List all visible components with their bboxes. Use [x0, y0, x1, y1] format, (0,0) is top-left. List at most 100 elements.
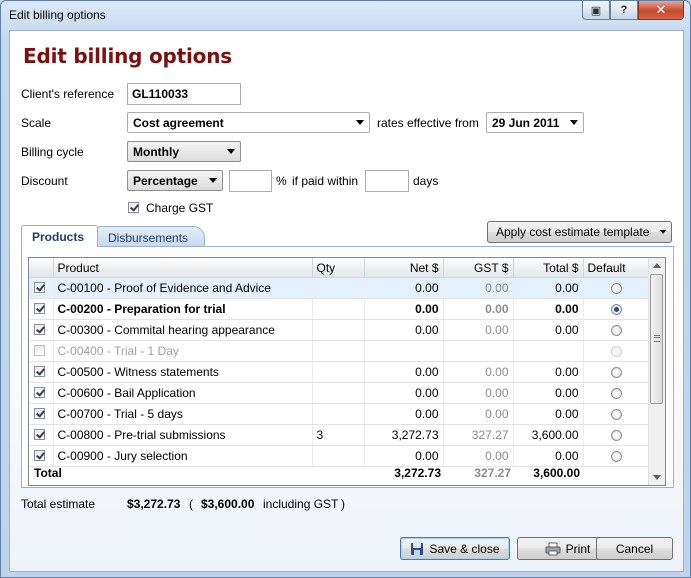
- rates-effective-label: rates effective from: [377, 116, 479, 130]
- row-checkbox-cell: [29, 361, 54, 383]
- restore-icon: ▣: [590, 4, 602, 17]
- row-checkbox[interactable]: [34, 429, 45, 440]
- rates-date-picker[interactable]: 29 Jun 2011: [486, 112, 584, 133]
- table-row[interactable]: C-00800 - Pre-trial submissions 3 3,272.73…: [29, 424, 650, 446]
- row-checkbox[interactable]: [34, 387, 45, 398]
- product-cell: C-00700 - Trial - 5 days: [53, 403, 313, 425]
- chevron-down-icon: [209, 178, 217, 183]
- products-panel: Product Qty Net $ GST $ Total $ Default …: [21, 246, 674, 488]
- qty-cell[interactable]: [312, 277, 365, 299]
- row-checkbox[interactable]: [34, 450, 45, 461]
- scale-label: Scale: [21, 116, 52, 130]
- default-cell: [583, 424, 650, 446]
- tab-products[interactable]: Products: [21, 225, 98, 247]
- row-checkbox[interactable]: [34, 366, 45, 377]
- scrollbar-thumb[interactable]: [650, 274, 663, 404]
- gst-cell: 0.00: [443, 319, 514, 341]
- row-checkbox[interactable]: [34, 324, 45, 335]
- default-cell: [583, 277, 650, 299]
- charge-gst-label: Charge GST: [146, 201, 214, 215]
- total-cell: 0.00: [513, 277, 584, 299]
- qty-cell[interactable]: [312, 361, 365, 383]
- gst-cell: 0.00: [443, 382, 514, 404]
- default-radio[interactable]: [610, 409, 622, 421]
- row-checkbox-cell: [29, 319, 54, 341]
- save-and-close-button[interactable]: Save & close: [400, 537, 510, 560]
- row-checkbox[interactable]: [34, 345, 45, 356]
- table-row[interactable]: C-00700 - Trial - 5 days 0.00 0.00 0.00: [29, 403, 650, 425]
- rates-date-value: 29 Jun 2011: [492, 116, 560, 130]
- default-radio[interactable]: [610, 304, 622, 316]
- help-button[interactable]: ?: [610, 1, 638, 20]
- percent-sign: %: [276, 174, 287, 188]
- qty-cell[interactable]: [312, 382, 365, 404]
- discount-type-dropdown[interactable]: Percentage: [127, 170, 223, 191]
- product-cell: C-00100 - Proof of Evidence and Advice: [53, 277, 313, 299]
- table-row[interactable]: C-00400 - Trial - 1 Day: [29, 340, 650, 362]
- qty-cell[interactable]: 3: [312, 424, 365, 446]
- close-button[interactable]: ✕: [638, 1, 684, 20]
- total-gst-value: 327.27: [474, 466, 511, 480]
- default-cell: [583, 403, 650, 425]
- column-header-default[interactable]: Default: [583, 258, 650, 278]
- cancel-button[interactable]: Cancel: [596, 537, 673, 560]
- table-row[interactable]: C-00500 - Witness statements 0.00 0.00 0.00: [29, 361, 650, 383]
- billing-cycle-dropdown[interactable]: Monthly: [127, 141, 241, 162]
- default-radio[interactable]: [610, 283, 622, 295]
- paren-close: ): [341, 497, 345, 511]
- scale-value: Cost agreement: [133, 116, 224, 130]
- total-cell: [513, 340, 584, 362]
- net-cell: 0.00: [364, 382, 444, 404]
- qty-cell[interactable]: [312, 298, 365, 320]
- paid-within-days-input[interactable]: [365, 170, 409, 192]
- table-row[interactable]: C-00200 - Preparation for trial 0.00 0.00 0…: [29, 298, 650, 320]
- total-incl-gst-amount: $3,600.00: [201, 497, 255, 511]
- default-radio[interactable]: [610, 367, 622, 379]
- products-table: Product Qty Net $ GST $ Total $ Default …: [29, 258, 650, 467]
- client-reference-label: Client's reference: [21, 87, 114, 101]
- row-checkbox[interactable]: [34, 303, 45, 314]
- paren-open: (: [189, 497, 193, 511]
- qty-cell[interactable]: [312, 319, 365, 341]
- scale-dropdown[interactable]: Cost agreement: [127, 112, 370, 133]
- default-radio[interactable]: [610, 325, 622, 337]
- net-cell: 0.00: [364, 319, 444, 341]
- column-header-qty[interactable]: Qty: [312, 258, 365, 278]
- product-cell: C-00600 - Bail Application: [53, 382, 313, 404]
- column-header-total[interactable]: Total $: [513, 258, 584, 278]
- restore-button[interactable]: ▣: [582, 1, 610, 20]
- row-checkbox[interactable]: [34, 408, 45, 419]
- column-header-check[interactable]: [29, 258, 54, 278]
- paid-within-label: if paid within: [292, 174, 359, 188]
- table-row[interactable]: C-00100 - Proof of Evidence and Advice 0.…: [29, 277, 650, 299]
- floppy-disk-icon: [411, 542, 424, 555]
- default-radio[interactable]: [610, 388, 622, 400]
- column-header-product[interactable]: Product: [53, 258, 313, 278]
- row-checkbox-cell: [29, 340, 54, 362]
- qty-cell[interactable]: [312, 403, 365, 425]
- total-estimate-amount: $3,272.73: [127, 497, 181, 511]
- table-row[interactable]: C-00600 - Bail Application 0.00 0.00 0.00: [29, 382, 650, 404]
- qty-cell[interactable]: [312, 340, 365, 362]
- total-net-value: 3,272.73: [394, 466, 441, 480]
- billing-cycle-label: Billing cycle: [21, 145, 84, 159]
- row-checkbox-cell: [29, 403, 54, 425]
- discount-type-value: Percentage: [133, 174, 198, 188]
- scroll-up-icon[interactable]: [653, 263, 661, 268]
- default-radio[interactable]: [610, 430, 622, 442]
- charge-gst-checkbox[interactable]: [128, 202, 139, 213]
- default-radio[interactable]: [610, 451, 622, 463]
- column-header-gst[interactable]: GST $: [443, 258, 514, 278]
- totals-row: Total 3,272.73 327.27 3,600.00: [27, 463, 663, 483]
- default-radio[interactable]: [610, 346, 622, 358]
- client-reference-input[interactable]: GL110033: [127, 83, 241, 105]
- discount-value-input[interactable]: [229, 170, 272, 192]
- vertical-scrollbar[interactable]: [648, 258, 665, 485]
- tab-disbursements[interactable]: Disbursements: [97, 226, 205, 247]
- title-bar[interactable]: Edit billing options ▣ ? ✕: [1, 1, 690, 29]
- row-checkbox[interactable]: [34, 282, 45, 293]
- column-header-net[interactable]: Net $: [364, 258, 444, 278]
- apply-cost-estimate-template-button[interactable]: Apply cost estimate template: [487, 221, 672, 243]
- table-row[interactable]: C-00300 - Commital hearing appearance 0.0…: [29, 319, 650, 341]
- default-cell: [583, 319, 650, 341]
